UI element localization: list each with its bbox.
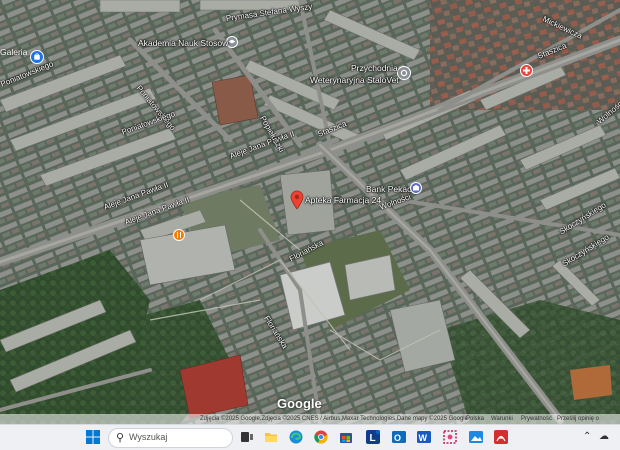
word-icon[interactable]: W [417, 430, 431, 444]
attribution-link-feedback[interactable]: Prześlij opinię o produkcie [557, 414, 620, 424]
windows-start-icon[interactable] [86, 430, 100, 444]
poi-label-przychodnia[interactable]: Przychodnia [351, 63, 398, 73]
attribution-link-terms[interactable]: Warunki [491, 414, 513, 424]
svg-text:W: W [419, 433, 428, 443]
lens-app-icon[interactable]: L [366, 429, 381, 444]
show-hidden-icons-chevron-icon[interactable]: ⌃ [583, 431, 591, 442]
outlook-icon[interactable]: O [392, 430, 406, 444]
attribution-link-privacy[interactable]: Prywatność [521, 414, 552, 424]
store-icon[interactable] [339, 430, 353, 444]
pdf-reader-icon[interactable] [494, 430, 508, 444]
task-view-icon[interactable] [240, 430, 254, 444]
google-logo: Google [277, 396, 322, 411]
attribution-link-country[interactable]: Polska [466, 414, 484, 424]
edge-browser-icon[interactable] [289, 430, 303, 444]
snipping-tool-icon[interactable] [443, 430, 457, 444]
cloud-sync-icon[interactable]: ☁ [599, 431, 609, 442]
poi-label-bank[interactable]: Bank Pekao [366, 184, 412, 194]
file-explorer-icon[interactable] [264, 430, 278, 444]
attribution-text: Zdjęcia ©2025 Google,Zdjęcia ©2025 CNES … [200, 416, 468, 422]
poi-label-akademia[interactable]: Akademia Nauk Stosow [138, 38, 228, 48]
taskbar-search[interactable]: ⚲ Wyszukaj [108, 428, 233, 448]
svg-text:L: L [370, 433, 376, 444]
search-placeholder: Wyszukaj [129, 432, 168, 442]
poi-label-galeria[interactable]: Galeria [0, 47, 27, 57]
poi-label-apteka[interactable]: Apteka Farmacja 24 [305, 195, 381, 205]
search-icon: ⚲ [116, 432, 125, 444]
poi-label-przychodnia-line2[interactable]: Weterynaryjna StaloVet [310, 75, 399, 85]
taskbar: ⚲ Wyszukaj L O W ⌃ ☁ [0, 424, 620, 450]
svg-text:O: O [394, 433, 401, 443]
satellite-map[interactable]: Aleje Jana Pawła II Aleje Jana Pawła II … [0, 0, 620, 424]
map-attribution-bar: Zdjęcia ©2025 Google,Zdjęcia ©2025 CNES … [0, 414, 620, 424]
photos-icon[interactable] [469, 430, 483, 444]
chrome-browser-icon[interactable] [314, 430, 328, 444]
